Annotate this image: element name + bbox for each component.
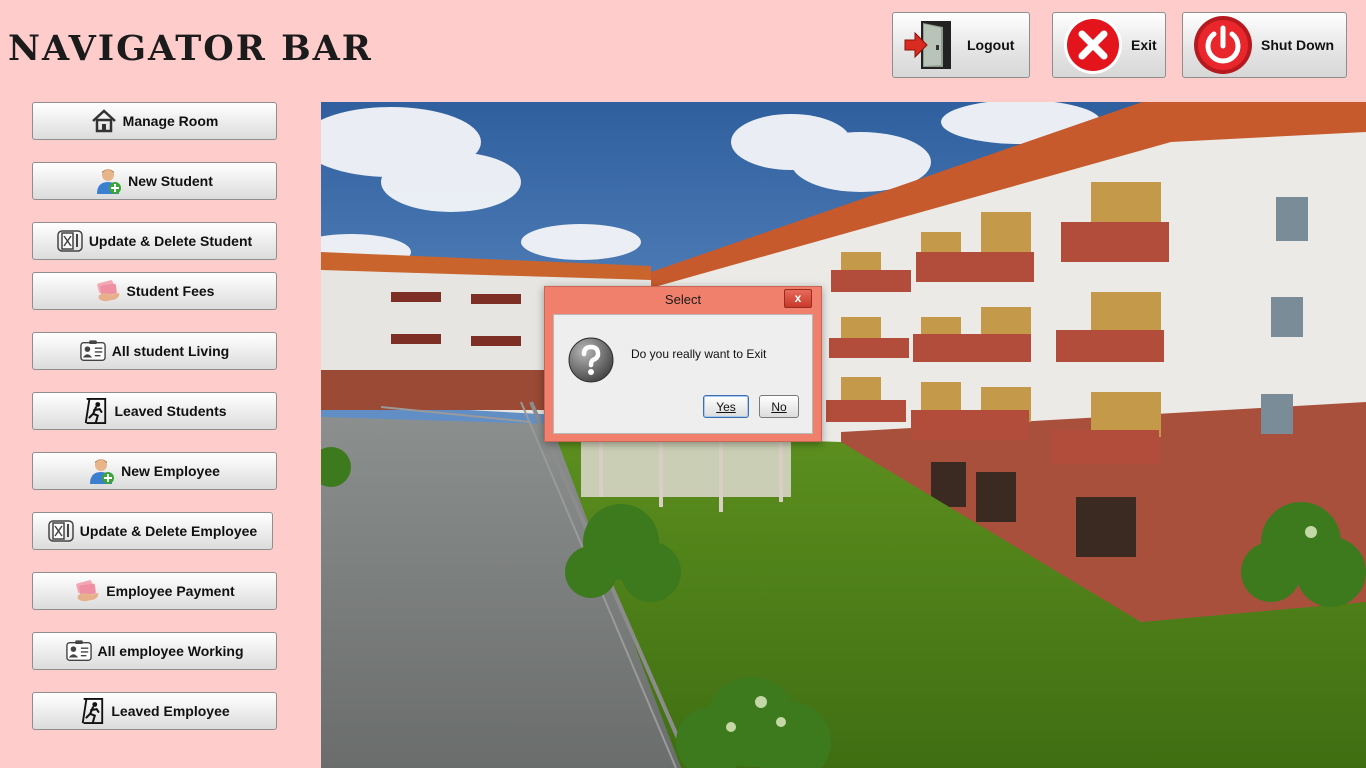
all-student-living-label: All student Living bbox=[111, 343, 230, 359]
add-user-icon bbox=[96, 168, 122, 194]
edit-document-icon bbox=[57, 228, 83, 254]
leaved-students-label: Leaved Students bbox=[114, 403, 227, 419]
new-student-button[interactable]: New Student bbox=[32, 162, 277, 200]
id-card-icon bbox=[65, 638, 92, 664]
all-employee-working-button[interactable]: All employee Working bbox=[32, 632, 277, 670]
new-student-label: New Student bbox=[128, 173, 213, 189]
money-hand-icon bbox=[74, 578, 100, 604]
employee-payment-label: Employee Payment bbox=[106, 583, 235, 599]
dialog-message: Do you really want to Exit bbox=[631, 347, 767, 361]
power-icon bbox=[1193, 15, 1253, 75]
student-fees-button[interactable]: Student Fees bbox=[32, 272, 277, 310]
navigator-bar-title: NAVIGATOR BAR bbox=[8, 28, 373, 69]
dialog-body: Do you really want to Exit Yes No bbox=[553, 314, 813, 434]
exit-label: Exit bbox=[1131, 37, 1157, 53]
id-card-icon bbox=[79, 338, 106, 364]
update-delete-student-button[interactable]: Update & Delete Student bbox=[32, 222, 277, 260]
edit-document-icon bbox=[48, 518, 74, 544]
exit-confirm-dialog: Select x Do you really want to Exit Yes … bbox=[544, 286, 822, 442]
hostel-building-image bbox=[321, 102, 1366, 768]
manage-room-label: Manage Room bbox=[122, 113, 219, 129]
new-employee-button[interactable]: New Employee bbox=[32, 452, 277, 490]
no-button[interactable]: No bbox=[759, 395, 799, 418]
new-employee-label: New Employee bbox=[121, 463, 220, 479]
all-student-living-button[interactable]: All student Living bbox=[32, 332, 277, 370]
logout-button[interactable]: Logout bbox=[892, 12, 1030, 78]
add-user-icon bbox=[89, 458, 115, 484]
exit-runner-icon bbox=[82, 398, 108, 424]
dialog-close-button[interactable]: x bbox=[784, 289, 812, 308]
dialog-title: Select bbox=[664, 292, 702, 307]
shut-down-button[interactable]: Shut Down bbox=[1182, 12, 1347, 78]
employee-payment-button[interactable]: Employee Payment bbox=[32, 572, 277, 610]
update-delete-student-label: Update & Delete Student bbox=[88, 233, 253, 249]
home-icon bbox=[91, 108, 117, 134]
update-delete-employee-label: Update & Delete Employee bbox=[79, 523, 258, 539]
update-delete-employee-button[interactable]: Update & Delete Employee bbox=[32, 512, 273, 550]
money-hand-icon bbox=[95, 278, 121, 304]
student-fees-label: Student Fees bbox=[126, 283, 215, 299]
leaved-employee-button[interactable]: Leaved Employee bbox=[32, 692, 277, 730]
leaved-employee-label: Leaved Employee bbox=[111, 703, 230, 719]
question-icon bbox=[567, 336, 615, 389]
yes-button[interactable]: Yes bbox=[703, 395, 749, 418]
shut-down-label: Shut Down bbox=[1261, 37, 1335, 53]
logout-label: Logout bbox=[967, 37, 1015, 53]
red-x-icon bbox=[1063, 15, 1123, 75]
exit-runner-icon bbox=[79, 698, 105, 724]
exit-button[interactable]: Exit bbox=[1052, 12, 1166, 78]
leaved-students-button[interactable]: Leaved Students bbox=[32, 392, 277, 430]
all-employee-working-label: All employee Working bbox=[97, 643, 244, 659]
logout-door-icon bbox=[903, 18, 959, 72]
manage-room-button[interactable]: Manage Room bbox=[32, 102, 277, 140]
